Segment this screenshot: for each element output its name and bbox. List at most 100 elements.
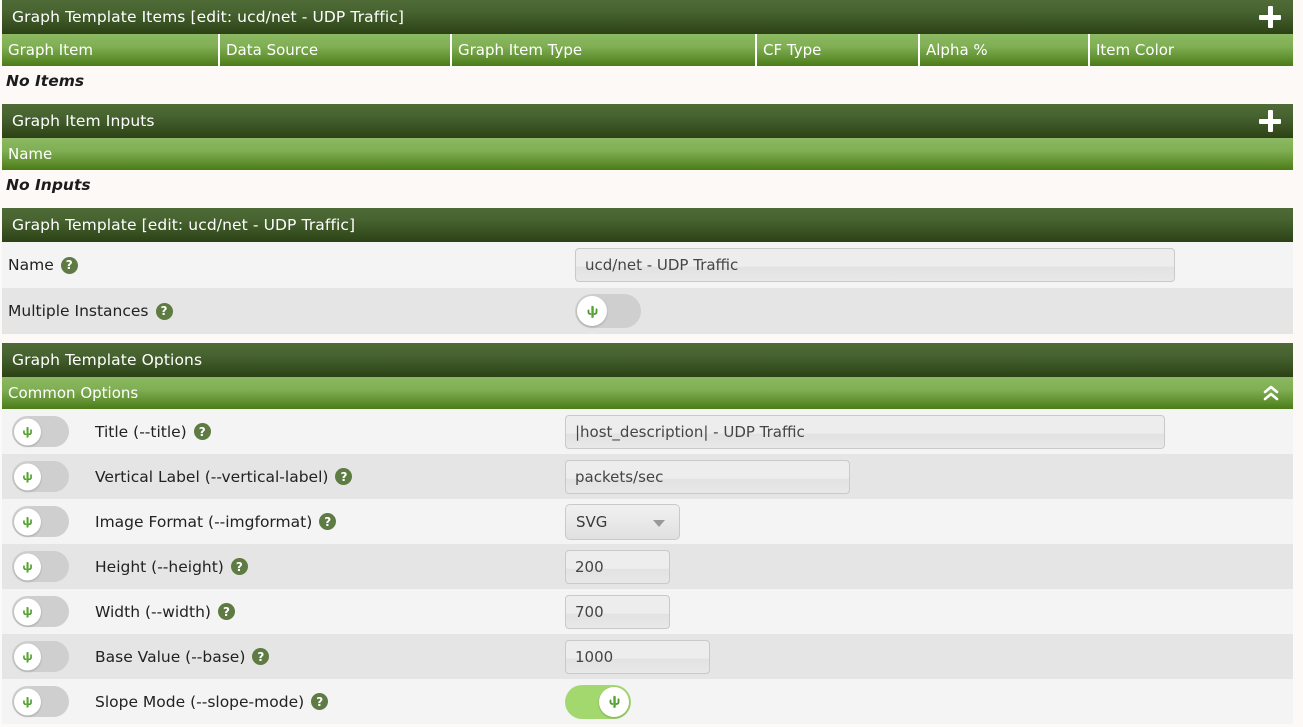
option-row-title: Title (--title) ?: [2, 409, 1293, 454]
graph-items-empty-row: No Items: [2, 66, 1293, 95]
cactus-icon: [23, 426, 32, 438]
multiple-instances-toggle[interactable]: [575, 294, 641, 328]
column-header-cf-type[interactable]: CF Type: [757, 34, 920, 66]
graph-template-header: Graph Template [edit: ucd/net - UDP Traf…: [2, 208, 1293, 242]
cactus-icon: [23, 651, 32, 663]
height-input[interactable]: [565, 549, 670, 584]
image-format-label: Image Format (--imgformat) ?: [69, 513, 565, 531]
help-icon[interactable]: ?: [60, 256, 78, 274]
vertical-label-label-text: Vertical Label (--vertical-label): [95, 467, 329, 486]
multiple-instances-label: Multiple Instances ?: [2, 302, 575, 320]
option-row-vertical-label: Vertical Label (--vertical-label) ?: [2, 454, 1293, 499]
column-header-item-color[interactable]: Item Color: [1090, 34, 1293, 66]
cacti-graph-template-page: Graph Template Items [edit: ucd/net - UD…: [0, 0, 1303, 727]
toggle-knob: [14, 553, 41, 580]
help-icon[interactable]: ?: [193, 423, 211, 440]
slope-mode-override-toggle[interactable]: [12, 686, 69, 717]
vertical-label-override-toggle[interactable]: [12, 461, 69, 492]
width-label-text: Width (--width): [95, 602, 211, 621]
column-header-name[interactable]: Name: [8, 145, 52, 163]
title-value: [565, 414, 1293, 449]
height-label: Height (--height) ?: [69, 558, 565, 576]
graph-template-title: Graph Template [edit: ucd/net - UDP Traf…: [12, 216, 356, 234]
spacer-2: [0, 199, 1303, 208]
image-format-value: SVG: [565, 503, 1293, 540]
base-value-value: [565, 639, 1293, 674]
help-icon[interactable]: ?: [217, 603, 235, 620]
add-graph-item-plus-icon[interactable]: [1259, 6, 1281, 28]
toggle-knob: [14, 418, 41, 445]
option-row-height: Height (--height) ?: [2, 544, 1293, 589]
chevron-down-icon: [653, 519, 665, 527]
title-input[interactable]: [565, 414, 1165, 449]
toggle-knob: [14, 463, 41, 490]
title-override-toggle[interactable]: [12, 416, 69, 447]
graph-template-options-title: Graph Template Options: [12, 351, 203, 369]
cactus-icon: [23, 696, 32, 708]
template-name-label: Name ?: [2, 256, 575, 274]
base-value-override-toggle[interactable]: [12, 641, 69, 672]
graph-item-inputs-header: Graph Item Inputs: [2, 104, 1293, 138]
height-value: [565, 549, 1293, 584]
add-graph-item-input-plus-icon[interactable]: [1259, 110, 1281, 132]
template-name-label-text: Name: [8, 256, 54, 274]
help-icon[interactable]: ?: [230, 558, 248, 575]
double-chevron-up-icon[interactable]: [1261, 384, 1281, 402]
column-header-data-source[interactable]: Data Source: [220, 34, 452, 66]
height-override-toggle[interactable]: [12, 551, 69, 582]
vertical-label-label: Vertical Label (--vertical-label) ?: [69, 468, 565, 486]
common-options-subheader: Common Options: [2, 377, 1293, 409]
width-input[interactable]: [565, 594, 670, 629]
row-template-name: Name ?: [2, 242, 1293, 288]
width-override-toggle[interactable]: [12, 596, 69, 627]
graph-template-options-header: Graph Template Options: [2, 343, 1293, 377]
toggle-knob: [14, 508, 41, 535]
multiple-instances-value: [575, 294, 1293, 328]
row-multiple-instances: Multiple Instances ?: [2, 288, 1293, 334]
graph-item-inputs-title: Graph Item Inputs: [12, 112, 155, 130]
column-header-graph-item-type[interactable]: Graph Item Type: [452, 34, 757, 66]
template-name-input[interactable]: [575, 248, 1175, 282]
help-icon[interactable]: ?: [335, 468, 353, 485]
cactus-icon: [609, 695, 619, 708]
option-row-width: Width (--width) ?: [2, 589, 1293, 634]
width-label: Width (--width) ?: [69, 603, 565, 621]
base-value-input[interactable]: [565, 639, 710, 674]
spacer-1: [0, 95, 1303, 104]
help-icon[interactable]: ?: [155, 302, 173, 320]
graph-item-inputs-empty-row: No Inputs: [2, 170, 1293, 199]
width-value: [565, 594, 1293, 629]
help-icon[interactable]: ?: [319, 513, 337, 530]
option-row-base-value: Base Value (--base) ?: [2, 634, 1293, 679]
toggle-knob: [577, 296, 607, 326]
cactus-icon: [23, 471, 32, 483]
image-format-select[interactable]: SVG: [565, 503, 680, 540]
option-row-slope-mode: Slope Mode (--slope-mode) ?: [2, 679, 1293, 724]
multiple-instances-label-text: Multiple Instances: [8, 302, 149, 320]
image-format-override-toggle[interactable]: [12, 506, 69, 537]
base-value-label: Base Value (--base) ?: [69, 648, 565, 666]
cactus-icon: [23, 561, 32, 573]
toggle-knob: [599, 686, 629, 717]
column-header-alpha-percent[interactable]: Alpha %: [920, 34, 1090, 66]
common-options-title: Common Options: [8, 384, 139, 402]
spacer-3: [0, 334, 1303, 343]
graph-template-items-header: Graph Template Items [edit: ucd/net - UD…: [2, 0, 1293, 34]
column-header-graph-item[interactable]: Graph Item: [2, 34, 220, 66]
height-label-text: Height (--height): [95, 557, 224, 576]
graph-items-column-headers: Graph Item Data Source Graph Item Type C…: [2, 34, 1293, 66]
vertical-label-value: [565, 459, 1293, 494]
graph-item-inputs-column-headers: Name: [2, 138, 1293, 170]
slope-mode-label-text: Slope Mode (--slope-mode): [95, 692, 305, 711]
cactus-icon: [23, 516, 32, 528]
toggle-knob: [14, 688, 41, 715]
help-icon[interactable]: ?: [252, 648, 270, 665]
vertical-label-input[interactable]: [565, 459, 850, 494]
image-format-label-text: Image Format (--imgformat): [95, 512, 313, 531]
cactus-icon: [23, 606, 32, 618]
toggle-knob: [14, 643, 41, 670]
title-label: Title (--title) ?: [69, 423, 565, 441]
help-icon[interactable]: ?: [311, 693, 329, 710]
toggle-knob: [14, 598, 41, 625]
slope-mode-toggle[interactable]: [565, 684, 631, 719]
